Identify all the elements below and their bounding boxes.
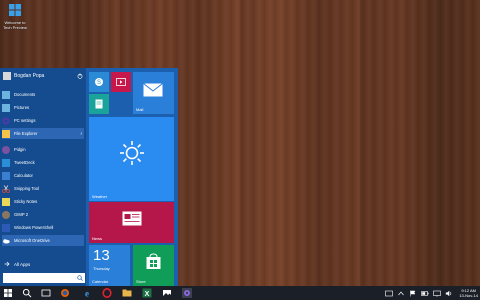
calendar-weekday: Thursday <box>93 266 110 271</box>
news-tile[interactable]: News <box>89 202 174 243</box>
mail-tile[interactable]: Mail <box>133 72 174 114</box>
menu-item-file-explorer[interactable]: File Explorer › <box>2 128 84 139</box>
gear-icon <box>2 116 10 125</box>
newspaper-icon <box>122 211 142 226</box>
reading-list-tile[interactable] <box>89 94 109 114</box>
document-icon <box>95 99 103 109</box>
folder-icon <box>2 103 10 112</box>
menu-item-label: Sticky Notes <box>14 199 38 204</box>
search-icon <box>77 275 83 281</box>
menu-item-onedrive[interactable]: Microsoft OneDrive <box>2 235 84 246</box>
mail-icon <box>143 83 163 97</box>
menu-item-sticky-notes[interactable]: Sticky Notes <box>2 196 84 207</box>
start-menu-list: Bogdan Popa Documents Pictures PC settin… <box>0 68 86 286</box>
arrow-right-icon <box>4 261 10 267</box>
weather-tile-label: Weather <box>92 194 108 199</box>
shopping-bag-icon <box>146 253 161 269</box>
menu-item-documents[interactable]: Documents <box>2 89 84 100</box>
taskbar: e X 9:12 AM 13-Nov-14 <box>0 286 480 300</box>
menu-item-powershell[interactable]: Windows PowerShell <box>2 222 84 233</box>
system-tray: 9:12 AM 13-Nov-14 <box>385 287 478 299</box>
menu-item-calculator[interactable]: Calculator <box>2 170 84 181</box>
gimp-icon <box>2 210 10 219</box>
svg-text:X: X <box>145 291 150 298</box>
menu-item-label: TweetDeck <box>14 160 35 165</box>
photos-icon[interactable] <box>162 288 172 298</box>
powershell-icon <box>2 223 10 232</box>
file-explorer-icon[interactable] <box>122 288 132 298</box>
calendar-tile[interactable]: 13 Thursday Calendar <box>89 245 130 286</box>
all-apps-label: All Apps <box>14 261 31 267</box>
menu-item-label: GIMP 2 <box>14 212 29 217</box>
desktop-icon-welcome[interactable]: Welcome to Tech Preview <box>2 3 28 30</box>
all-apps-button[interactable]: All Apps <box>2 259 84 269</box>
skype-tile[interactable]: S <box>89 72 109 92</box>
menu-item-label: Pictures <box>14 105 30 110</box>
menu-item-label: Windows PowerShell <box>14 225 54 230</box>
task-view-icon[interactable] <box>41 288 51 298</box>
video-icon <box>116 78 126 86</box>
flag-icon[interactable] <box>409 290 417 297</box>
volume-icon[interactable] <box>445 290 453 297</box>
menu-item-pc-settings[interactable]: PC settings <box>2 115 84 126</box>
calendar-day: 13 <box>93 247 110 264</box>
opera-icon[interactable] <box>102 288 112 298</box>
clock-date: 13-Nov-14 <box>459 293 478 298</box>
mail-tile-label: Mail <box>136 107 144 112</box>
desktop-icon-label: Welcome to Tech Preview <box>3 20 27 30</box>
onedrive-icon <box>3 238 10 243</box>
pidgin-icon <box>2 145 10 154</box>
menu-item-label: Documents <box>14 92 36 97</box>
clock[interactable]: 9:12 AM 13-Nov-14 <box>459 288 478 298</box>
note-icon <box>2 197 10 206</box>
menu-item-label: File Explorer <box>14 131 38 136</box>
chevron-up-icon[interactable] <box>397 290 405 297</box>
firefox-icon[interactable] <box>60 288 70 298</box>
user-name: Bogdan Popa <box>14 73 45 79</box>
keyboard-icon[interactable] <box>385 290 394 297</box>
start-button[interactable] <box>3 288 13 298</box>
store-tile[interactable]: Store <box>133 245 174 286</box>
excel-icon[interactable]: X <box>142 288 152 298</box>
menu-item-pictures[interactable]: Pictures <box>2 102 84 113</box>
start-menu: Bogdan Popa Documents Pictures PC settin… <box>0 68 178 286</box>
menu-item-gimp[interactable]: GIMP 2 <box>2 209 84 220</box>
menu-item-tweetdeck[interactable]: TweetDeck <box>2 157 84 168</box>
menu-item-label: Snipping Tool <box>14 186 40 191</box>
menu-item-label: PC settings <box>14 118 36 123</box>
settings-app-icon[interactable] <box>182 288 192 298</box>
scissors-icon <box>2 184 10 193</box>
menu-item-snipping-tool[interactable]: Snipping Tool <box>2 183 84 194</box>
user-header[interactable]: Bogdan Popa <box>3 71 83 81</box>
folder-icon <box>2 90 10 99</box>
search-input[interactable] <box>3 273 85 283</box>
power-icon[interactable] <box>77 73 83 79</box>
chevron-right-icon[interactable]: › <box>80 131 82 137</box>
avatar <box>3 72 11 80</box>
calendar-tile-label: Calendar <box>92 279 109 284</box>
folder-icon <box>2 129 10 138</box>
sun-icon <box>120 141 144 165</box>
weather-tile[interactable]: Weather <box>89 117 174 201</box>
search-icon[interactable] <box>22 288 32 298</box>
menu-item-label: Pidgin <box>14 147 26 152</box>
battery-icon[interactable] <box>421 290 429 297</box>
svg-text:S: S <box>97 80 101 86</box>
calculator-icon <box>2 171 10 180</box>
menu-item-pidgin[interactable]: Pidgin <box>2 144 84 155</box>
news-tile-label: News <box>92 236 103 241</box>
windows-logo-icon <box>9 4 21 16</box>
menu-item-label: Microsoft OneDrive <box>14 238 50 243</box>
svg-text:e: e <box>85 289 89 299</box>
skype-icon: S <box>95 78 103 86</box>
network-icon[interactable] <box>433 290 442 297</box>
menu-item-label: Calculator <box>14 173 33 178</box>
video-tile[interactable] <box>111 72 131 92</box>
tweetdeck-icon <box>2 158 10 167</box>
internet-explorer-icon[interactable]: e <box>82 288 92 299</box>
store-tile-label: Store <box>136 279 146 284</box>
